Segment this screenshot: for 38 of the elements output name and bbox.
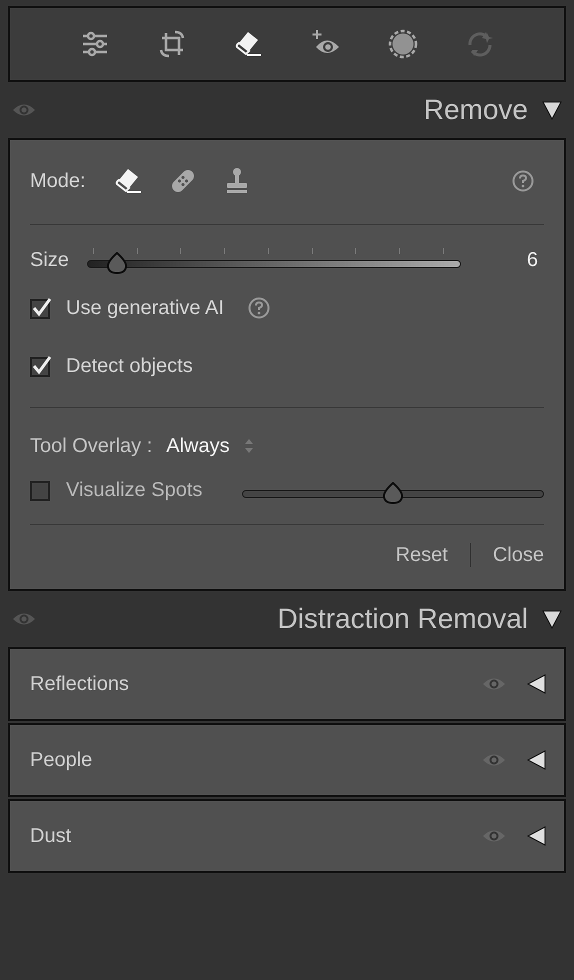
subsection-label[interactable]: Dust — [30, 824, 72, 848]
checkbox[interactable] — [30, 479, 52, 501]
mode-label: Mode: — [30, 170, 86, 192]
section-title[interactable]: Distraction Removal — [277, 603, 528, 635]
visibility-icon[interactable] — [482, 676, 506, 692]
checkbox[interactable] — [30, 355, 52, 377]
visualize-spots-label[interactable]: Visualize Spots — [66, 478, 202, 502]
checkbox-label[interactable]: Detect objects — [66, 354, 193, 378]
slider-thumb[interactable] — [381, 482, 405, 504]
subsection-label[interactable]: Reflections — [30, 672, 129, 696]
dotted-circle-icon[interactable] — [388, 29, 418, 59]
visibility-icon[interactable] — [12, 102, 36, 118]
size-label: Size — [30, 248, 69, 272]
collapse-triangle-icon[interactable] — [542, 609, 562, 629]
help-icon[interactable] — [248, 297, 270, 319]
checkbox[interactable] — [30, 297, 52, 319]
collapse-triangle-icon[interactable] — [542, 100, 562, 120]
checkbox-label[interactable]: Use generative AI — [66, 296, 224, 320]
tool-overlay-label: Tool Overlay : — [30, 434, 152, 458]
close-button[interactable]: Close — [492, 544, 544, 566]
subsection-label[interactable]: People — [30, 748, 92, 772]
subsection-row[interactable]: Reflections — [8, 647, 566, 721]
eraser-icon[interactable] — [234, 29, 264, 59]
help-icon[interactable] — [512, 170, 534, 192]
subsection-row[interactable]: People — [8, 723, 566, 797]
stepper-icon[interactable] — [244, 437, 254, 455]
subsection-row[interactable]: Dust — [8, 799, 566, 873]
visibility-icon[interactable] — [482, 752, 506, 768]
visibility-icon[interactable] — [12, 611, 36, 627]
reset-button[interactable]: Reset — [396, 544, 448, 566]
expand-triangle-icon[interactable] — [526, 826, 546, 846]
expand-triangle-icon[interactable] — [526, 750, 546, 770]
slider-thumb[interactable] — [104, 252, 129, 274]
size-value: 6 — [526, 248, 538, 272]
tool-overlay-dropdown[interactable]: Always — [166, 434, 230, 458]
visibility-icon[interactable] — [482, 828, 506, 844]
section-title[interactable]: Remove — [424, 94, 528, 126]
expand-triangle-icon[interactable] — [526, 674, 546, 694]
